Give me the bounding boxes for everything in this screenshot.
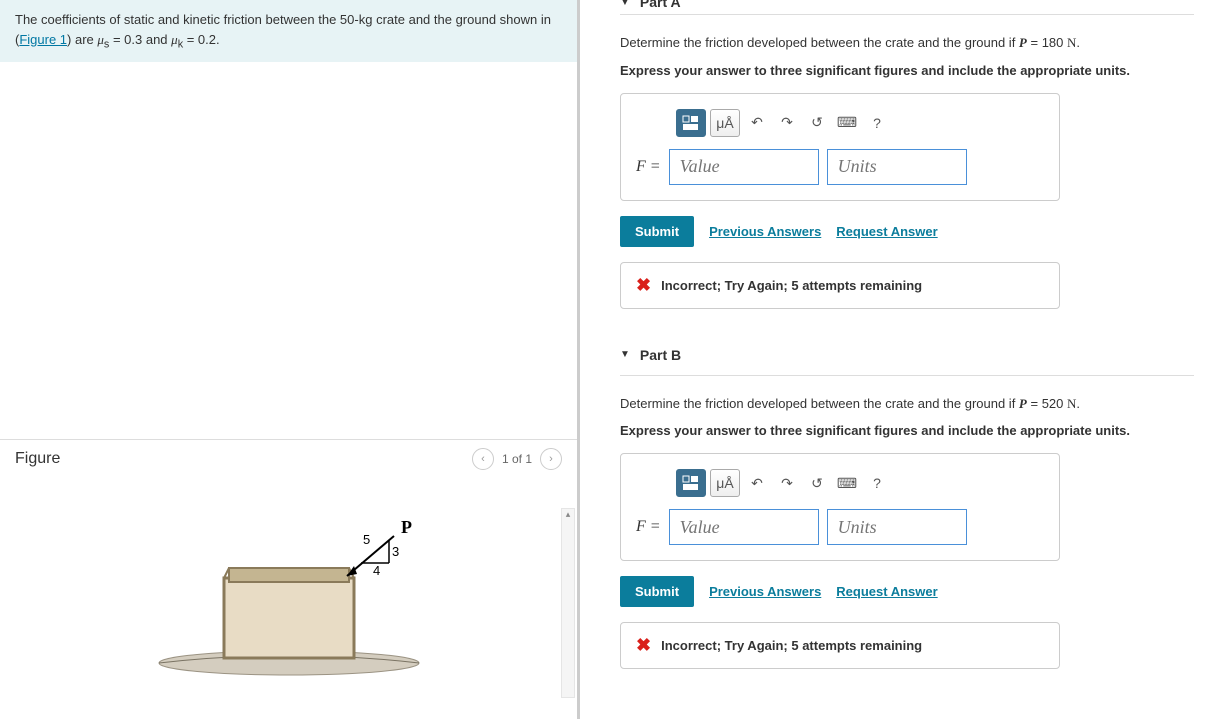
part-a-submit-button[interactable]: Submit (620, 216, 694, 247)
part-a-answer-box: μÅ ↶ ↷ ↺ ⌨ ? F = (620, 93, 1060, 201)
reset-button[interactable]: ↺ (804, 109, 830, 137)
help-button[interactable]: ? (864, 109, 890, 137)
part-a-units-input[interactable] (827, 149, 967, 185)
chevron-down-icon: ▼ (620, 349, 630, 360)
part-b-question: Determine the friction developed between… (620, 394, 1194, 414)
part-a-previous-answers-link[interactable]: Previous Answers (709, 224, 821, 239)
part-b-answer-box: μÅ ↶ ↷ ↺ ⌨ ? F = (620, 453, 1060, 561)
figure-title: Figure (15, 450, 60, 468)
x-icon: ✖ (636, 635, 651, 656)
svg-text:3: 3 (392, 544, 399, 559)
redo-button[interactable]: ↷ (774, 469, 800, 497)
part-a-body: Determine the friction developed between… (620, 33, 1194, 309)
part-b-units-input[interactable] (827, 509, 967, 545)
part-b-instruction: Express your answer to three significant… (620, 423, 1194, 438)
keyboard-button[interactable]: ⌨ (834, 469, 860, 497)
part-a-instruction: Express your answer to three significant… (620, 63, 1194, 78)
part-a-value-input[interactable] (669, 149, 819, 185)
figure-image: P 5 3 4 ▴ (0, 478, 577, 698)
x-icon: ✖ (636, 275, 651, 296)
figure-next-button[interactable]: › (540, 448, 562, 470)
part-b-request-answer-link[interactable]: Request Answer (836, 584, 937, 599)
problem-text: The coefficients of static and kinetic f… (15, 12, 359, 27)
templates-button[interactable] (676, 469, 706, 497)
part-b-feedback: ✖ Incorrect; Try Again; 5 attempts remai… (620, 622, 1060, 669)
answer-label: F = (636, 518, 661, 536)
undo-button[interactable]: ↶ (744, 109, 770, 137)
part-b-body: Determine the friction developed between… (620, 394, 1194, 670)
svg-text:5: 5 (363, 532, 370, 547)
svg-text:P: P (401, 517, 412, 537)
part-b-submit-button[interactable]: Submit (620, 576, 694, 607)
part-a-request-answer-link[interactable]: Request Answer (836, 224, 937, 239)
undo-button[interactable]: ↶ (744, 469, 770, 497)
svg-text:4: 4 (373, 563, 380, 578)
keyboard-button[interactable]: ⌨ (834, 109, 860, 137)
templates-button[interactable] (676, 109, 706, 137)
part-a-feedback: ✖ Incorrect; Try Again; 5 attempts remai… (620, 262, 1060, 309)
symbols-button[interactable]: μÅ (710, 469, 740, 497)
part-b-previous-answers-link[interactable]: Previous Answers (709, 584, 821, 599)
figure-counter: 1 of 1 (502, 452, 532, 466)
help-button[interactable]: ? (864, 469, 890, 497)
part-b-header[interactable]: ▼ Part B (620, 339, 1194, 371)
problem-statement: The coefficients of static and kinetic f… (0, 0, 577, 62)
reset-button[interactable]: ↺ (804, 469, 830, 497)
symbols-button[interactable]: μÅ (710, 109, 740, 137)
right-panel: ▼ Part A Determine the friction develope… (580, 0, 1214, 719)
figure-section: Figure ‹ 1 of 1 › (0, 439, 577, 719)
answer-label: F = (636, 158, 661, 176)
figure-link[interactable]: Figure 1 (19, 32, 67, 47)
part-a-question: Determine the friction developed between… (620, 33, 1194, 53)
chevron-down-icon[interactable]: ▼ (620, 0, 630, 8)
left-panel: The coefficients of static and kinetic f… (0, 0, 580, 719)
redo-button[interactable]: ↷ (774, 109, 800, 137)
figure-scrollbar[interactable]: ▴ (561, 508, 575, 698)
figure-prev-button[interactable]: ‹ (472, 448, 494, 470)
figure-nav: ‹ 1 of 1 › (472, 448, 562, 470)
scroll-up-icon[interactable]: ▴ (562, 509, 574, 521)
part-b-title: Part B (640, 347, 681, 363)
part-b-value-input[interactable] (669, 509, 819, 545)
part-b-toolbar: μÅ ↶ ↷ ↺ ⌨ ? (676, 469, 1044, 497)
part-a-toolbar: μÅ ↶ ↷ ↺ ⌨ ? (676, 109, 1044, 137)
part-a-title: Part A (640, 0, 681, 10)
